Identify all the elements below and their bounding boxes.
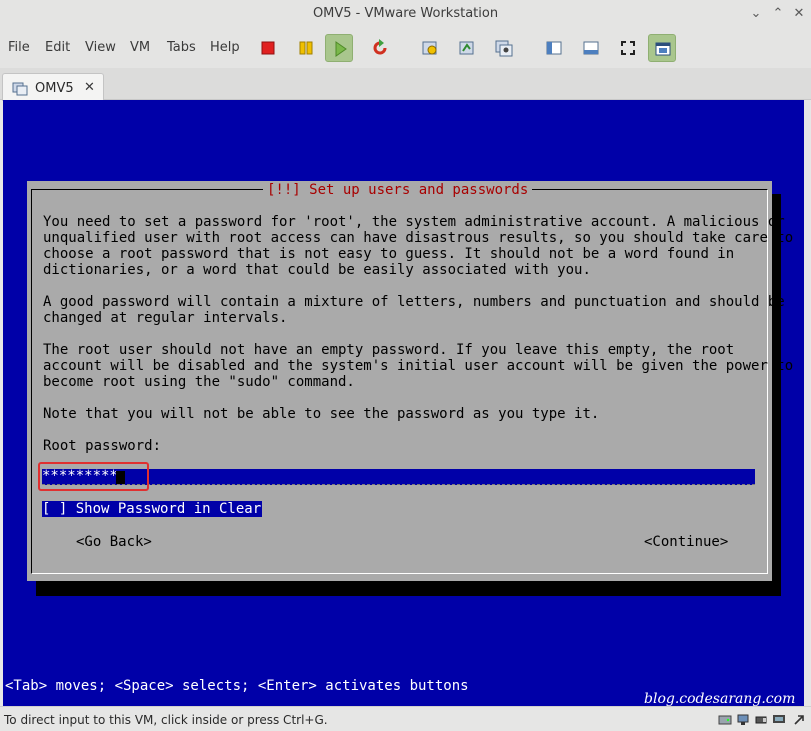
empty-password-text: The root user should not have an empty p… bbox=[43, 342, 794, 390]
menu-file[interactable]: File bbox=[8, 40, 30, 55]
suspend-icon bbox=[299, 41, 313, 55]
full-screen-icon bbox=[621, 41, 635, 55]
full-screen-button[interactable] bbox=[614, 34, 642, 62]
installer-dialog: [!!] Set up users and passwords You need… bbox=[27, 181, 793, 581]
close-window-icon[interactable]: ✕ bbox=[792, 7, 806, 21]
unity-icon bbox=[655, 42, 671, 56]
close-tab-icon[interactable]: ✕ bbox=[84, 80, 95, 95]
status-message: To direct input to this VM, click inside… bbox=[4, 713, 328, 727]
menu-edit[interactable]: Edit bbox=[45, 40, 70, 55]
menu-toolbar: File Edit View VM Tabs Help bbox=[0, 28, 811, 68]
power-off-icon bbox=[261, 41, 275, 55]
library-button[interactable] bbox=[540, 34, 568, 62]
suspend-button[interactable] bbox=[292, 34, 320, 62]
annotation-highlight-box bbox=[38, 462, 149, 491]
show-password-checkbox[interactable]: [ ] Show Password in Clear bbox=[42, 501, 263, 517]
watermark: blog.codesarang.com bbox=[644, 691, 796, 707]
unity-button[interactable] bbox=[648, 34, 676, 62]
tab-label: OMV5 bbox=[35, 81, 74, 96]
snapshot-manager-button[interactable] bbox=[490, 34, 518, 62]
expand-icon[interactable] bbox=[792, 713, 806, 726]
snapshot-button[interactable] bbox=[416, 34, 444, 62]
key-hint-text: <Tab> moves; <Space> selects; <Enter> ac… bbox=[5, 678, 469, 694]
go-back-button[interactable]: <Go Back> bbox=[76, 534, 152, 550]
display-icon[interactable] bbox=[772, 713, 786, 726]
tab-bar: OMV5 ✕ bbox=[0, 68, 811, 101]
root-password-label: Root password: bbox=[43, 438, 162, 454]
window-title: OMV5 - VMware Workstation bbox=[312, 6, 499, 21]
minimize-icon[interactable]: ⌄ bbox=[749, 7, 763, 21]
hard-disk-icon[interactable] bbox=[718, 713, 732, 726]
revert-snapshot-icon bbox=[459, 41, 474, 55]
thumbnail-bar-button[interactable] bbox=[577, 34, 605, 62]
restart-icon bbox=[373, 39, 387, 55]
menu-help[interactable]: Help bbox=[210, 40, 240, 55]
library-icon bbox=[546, 41, 562, 55]
snapshot-icon bbox=[422, 41, 437, 55]
power-on-icon bbox=[335, 41, 347, 57]
tab-omv5[interactable]: OMV5 ✕ bbox=[2, 73, 104, 101]
revert-snapshot-button[interactable] bbox=[453, 34, 481, 62]
console-scrollbar[interactable] bbox=[804, 100, 811, 706]
snapshot-manager-icon bbox=[495, 40, 513, 57]
dialog-title: [!!] Set up users and passwords bbox=[263, 181, 533, 199]
thumbnail-bar-icon bbox=[583, 41, 599, 55]
usb-icon[interactable] bbox=[754, 713, 768, 726]
window-titlebar: OMV5 - VMware Workstation ⌄ ⌃ ✕ bbox=[0, 0, 811, 28]
password-advice-text: A good password will contain a mixture o… bbox=[43, 294, 785, 326]
menu-view[interactable]: View bbox=[85, 40, 116, 55]
restart-button[interactable] bbox=[366, 34, 394, 62]
power-on-button[interactable] bbox=[325, 34, 353, 62]
maximize-icon[interactable]: ⌃ bbox=[771, 7, 785, 21]
intro-text: You need to set a password for 'root', t… bbox=[43, 214, 794, 278]
menu-vm[interactable]: VM bbox=[130, 40, 150, 55]
network-icon[interactable] bbox=[736, 713, 750, 726]
continue-button[interactable]: <Continue> bbox=[644, 534, 728, 550]
vm-icon bbox=[12, 82, 28, 96]
menu-tabs[interactable]: Tabs bbox=[167, 40, 196, 55]
status-bar: To direct input to this VM, click inside… bbox=[0, 706, 811, 731]
hidden-input-note: Note that you will not be able to see th… bbox=[43, 406, 600, 422]
power-off-button[interactable] bbox=[254, 34, 282, 62]
